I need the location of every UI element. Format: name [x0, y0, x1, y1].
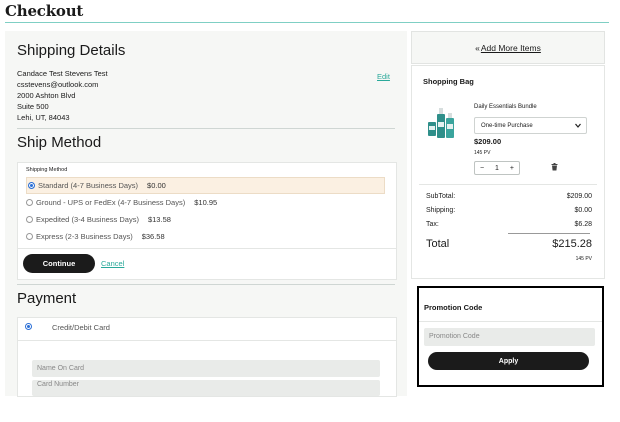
tax-value: $6.28	[574, 221, 592, 228]
chevron-down-icon	[575, 123, 581, 128]
product-image	[428, 108, 454, 138]
radio-selected-icon[interactable]	[28, 182, 35, 189]
shipping-method-label: Shipping Method	[26, 167, 68, 173]
shipping-details-heading: Shipping Details	[17, 42, 126, 59]
name-on-card-input[interactable]: Name On Card	[32, 360, 380, 377]
quantity-value: 1	[495, 164, 499, 172]
edit-shipping-link[interactable]: Edit	[377, 72, 390, 81]
name-on-card-placeholder: Name On Card	[37, 365, 85, 372]
continue-button[interactable]: Continue	[23, 254, 95, 273]
add-more-items-label: Add More Items	[480, 42, 541, 53]
promotion-code-placeholder: Promotion Code	[429, 333, 480, 340]
promotion-code-title: Promotion Code	[424, 303, 483, 312]
ship-option-label: Expedited (3-4 Business Days)	[36, 214, 139, 224]
promotion-code-card: Promotion Code Promotion Code Apply	[417, 286, 604, 387]
address-suite: Suite 500	[17, 102, 49, 111]
bag-divider	[419, 184, 597, 185]
subtotal-label: SubTotal:	[426, 193, 456, 200]
quantity-stepper: − 1 +	[474, 161, 520, 175]
shopping-bag-title: Shopping Bag	[423, 77, 474, 86]
cancel-link[interactable]: Cancel	[101, 259, 124, 268]
ship-method-heading: Ship Method	[17, 134, 102, 151]
decrease-quantity-button[interactable]: −	[480, 165, 484, 172]
card-number-label: Card Number	[37, 381, 80, 388]
radio-selected-icon[interactable]	[26, 324, 31, 329]
purchase-type-select[interactable]: One-time Purchase	[474, 117, 587, 134]
ship-option-price: $0.00	[147, 181, 166, 190]
purchase-type-value: One-time Purchase	[481, 122, 533, 129]
product-price: $209.00	[474, 137, 502, 146]
radio-icon[interactable]	[26, 232, 33, 240]
total-label: Total	[426, 238, 450, 250]
total-pv: 145 PV	[575, 256, 592, 262]
payment-card-divider	[18, 340, 396, 341]
total-divider	[508, 233, 590, 234]
ship-method-card: Shipping Method Standard (4-7 Business D…	[17, 162, 397, 280]
tax-label: Tax:	[426, 221, 439, 228]
section-divider	[17, 284, 395, 285]
shopping-bag-card: Shopping Bag Daily Essentials Bundle One…	[411, 65, 605, 279]
ship-option-price: $13.58	[147, 214, 171, 224]
ship-option-ground[interactable]: Ground - UPS or FedEx (4-7 Business Days…	[26, 196, 217, 208]
shipping-label: Shipping:	[426, 207, 456, 214]
credit-card-option-label: Credit/Debit Card	[52, 323, 110, 332]
product-name: Daily Essentials Bundle	[474, 104, 537, 110]
ship-option-express[interactable]: Express (2-3 Business Days) $36.58	[26, 230, 165, 242]
ship-option-label: Ground - UPS or FedEx (4-7 Business Days…	[36, 197, 186, 207]
ship-option-label: Express (2-3 Business Days)	[36, 231, 133, 241]
card-number-input[interactable]: Card Number	[32, 380, 380, 396]
page-title: Checkout	[5, 2, 84, 20]
product-pv: 145 PV	[474, 150, 491, 156]
subtotal-value: $209.00	[566, 193, 592, 200]
radio-icon[interactable]	[26, 215, 33, 223]
ship-option-expedited[interactable]: Expedited (3-4 Business Days) $13.58	[26, 213, 171, 225]
payment-card: Credit/Debit Card Name On Card Card Numb…	[17, 317, 397, 397]
address-email: csstevens@outlook.com	[17, 80, 99, 89]
section-divider	[17, 128, 395, 129]
title-divider	[5, 22, 609, 23]
radio-icon[interactable]	[26, 198, 33, 206]
shipping-address: Candace Test Stevens Test csstevens@outl…	[17, 68, 108, 123]
address-name: Candace Test Stevens Test	[17, 69, 108, 78]
address-street: 2000 Ashton Blvd	[17, 91, 76, 100]
address-city-state-zip: Lehi, UT, 84043	[17, 113, 70, 122]
ship-card-divider	[18, 248, 396, 249]
shipping-value: $0.00	[574, 207, 592, 214]
payment-heading: Payment	[17, 290, 77, 307]
double-chevron-left-icon: «	[475, 42, 480, 53]
ship-option-label: Standard (4-7 Business Days)	[38, 181, 139, 190]
increase-quantity-button[interactable]: +	[510, 165, 514, 172]
ship-option-price: $36.58	[141, 231, 165, 241]
ship-option-standard[interactable]: Standard (4-7 Business Days) $0.00	[26, 177, 385, 194]
apply-promo-button[interactable]: Apply	[428, 352, 589, 370]
promo-divider	[419, 321, 602, 322]
ship-option-price: $10.95	[194, 197, 218, 207]
promotion-code-input[interactable]: Promotion Code	[424, 328, 595, 346]
trash-icon[interactable]	[551, 163, 558, 171]
add-more-items-link[interactable]: « Add More Items	[411, 31, 605, 64]
total-value: $215.28	[552, 238, 592, 250]
